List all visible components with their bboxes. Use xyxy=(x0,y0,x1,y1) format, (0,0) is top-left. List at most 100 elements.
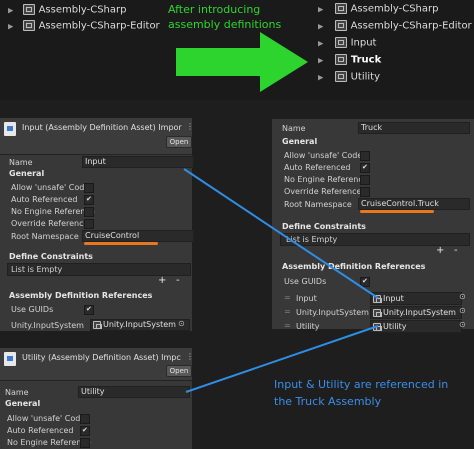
object-picker-icon[interactable]: ⊙ xyxy=(459,292,466,301)
expand-arrow-icon[interactable]: ▶ xyxy=(318,57,323,65)
kebab-menu-icon[interactable]: ⋮ xyxy=(186,122,194,131)
annotation-line2: the Truck Assembly xyxy=(274,395,382,408)
auto-referenced-checkbox[interactable] xyxy=(360,163,370,173)
no-engine-reference-label: No Engine Reference xyxy=(11,207,95,216)
tree-item[interactable]: ▶ Truck xyxy=(318,54,381,66)
big-arrow-icon xyxy=(176,32,308,92)
expand-arrow-icon[interactable]: ▶ xyxy=(318,74,323,82)
use-guids-checkbox[interactable] xyxy=(360,277,370,287)
ref-value: Utility xyxy=(383,322,407,331)
auto-referenced-label: Auto Referenced xyxy=(11,195,78,204)
assembly-icon xyxy=(334,20,347,31)
highlight-underline xyxy=(84,242,158,245)
list-empty-text: List is Empty xyxy=(286,235,338,244)
drag-handle-icon[interactable]: = xyxy=(284,321,291,330)
tree-item[interactable]: ▶ Assembly-CSharp xyxy=(318,3,438,15)
tree-item-label: Assembly-CSharp xyxy=(350,3,439,15)
expand-arrow-icon[interactable]: ▶ xyxy=(318,23,323,31)
assembly-icon xyxy=(373,294,382,303)
tree-item-label: Utility xyxy=(350,71,380,83)
tree-item-label: Assembly-CSharp-Editor xyxy=(350,20,472,32)
ref-row-field[interactable]: Unity.InputSystem xyxy=(90,319,190,331)
assembly-icon xyxy=(22,4,35,15)
allow-unsafe-label: Allow 'unsafe' Code xyxy=(284,151,363,160)
open-button[interactable]: Open xyxy=(166,136,192,148)
ref-row-field[interactable]: Utility xyxy=(370,320,462,333)
auto-referenced-checkbox[interactable] xyxy=(80,426,90,436)
arrow-caption-line2: assembly definitions xyxy=(168,18,282,31)
root-namespace-field[interactable]: CruiseControl xyxy=(82,230,194,242)
general-header: General xyxy=(9,169,45,178)
ref-value: Input xyxy=(383,294,404,303)
use-guids-label: Use GUIDs xyxy=(11,305,54,314)
tree-item[interactable]: ▶ Assembly-CSharp-Editor xyxy=(318,20,472,32)
expand-arrow-icon[interactable]: ▶ xyxy=(318,40,323,48)
ref-row-field[interactable]: Unity.InputSystem xyxy=(370,306,462,319)
override-references-checkbox[interactable] xyxy=(84,219,94,229)
general-header: General xyxy=(282,137,318,146)
object-picker-icon[interactable]: ⊙ xyxy=(459,306,466,315)
expand-arrow-icon[interactable]: ▶ xyxy=(8,23,13,31)
add-constraint-button[interactable]: + xyxy=(158,275,166,286)
utility-inspector: Utility (Assembly Definition Asset) Impc… xyxy=(0,348,194,449)
ref-row-field[interactable]: Input xyxy=(370,292,462,305)
allow-unsafe-checkbox[interactable] xyxy=(360,151,370,161)
annotation-text: Input & Utility are referenced in the Tr… xyxy=(274,376,448,410)
assembly-icon xyxy=(373,308,382,317)
name-value: Truck xyxy=(361,123,383,132)
override-references-label: Override References xyxy=(284,187,366,196)
allow-unsafe-checkbox[interactable] xyxy=(80,414,90,424)
auto-referenced-checkbox[interactable] xyxy=(84,195,94,205)
override-references-checkbox[interactable] xyxy=(360,187,370,197)
tree-item[interactable]: ▶ Assembly-CSharp xyxy=(8,4,126,16)
input-inspector: Input (Assembly Definition Asset) Impor … xyxy=(0,118,194,331)
drag-handle-icon[interactable]: = xyxy=(284,307,291,316)
name-field[interactable]: Input xyxy=(82,156,194,168)
no-engine-reference-checkbox[interactable] xyxy=(84,207,94,217)
name-label: Name xyxy=(282,124,306,133)
name-field[interactable]: Truck xyxy=(358,122,470,134)
ref-row-name: Utility xyxy=(296,322,320,331)
name-value: Input xyxy=(85,157,106,166)
drag-handle-icon[interactable]: = xyxy=(284,293,291,302)
allow-unsafe-checkbox[interactable] xyxy=(84,183,94,193)
arrow-caption: After introducing assembly definitions xyxy=(168,2,281,32)
remove-constraint-button[interactable]: - xyxy=(454,245,458,256)
override-references-label: Override References xyxy=(11,219,93,228)
assembly-icon xyxy=(373,322,382,331)
tree-item[interactable]: ▶ Assembly-CSharp-Editor xyxy=(8,20,160,32)
general-header: General xyxy=(5,399,41,408)
expand-arrow-icon[interactable]: ▶ xyxy=(318,6,323,14)
remove-constraint-button[interactable]: - xyxy=(176,275,180,286)
tree-item-label: Input xyxy=(350,37,377,49)
expand-arrow-icon[interactable]: ▶ xyxy=(8,7,13,15)
no-engine-reference-checkbox[interactable] xyxy=(360,175,370,185)
root-namespace-value: CruiseControl xyxy=(85,231,140,240)
name-value: Utility xyxy=(81,387,105,396)
asm-refs-header: Assembly Definition References xyxy=(282,262,426,271)
assembly-icon xyxy=(93,320,102,329)
root-namespace-field[interactable]: CruiseControl.Truck xyxy=(358,198,470,210)
use-guids-checkbox[interactable] xyxy=(84,305,94,315)
object-picker-icon[interactable]: ⊙ xyxy=(459,320,466,329)
inspector-title: Input (Assembly Definition Asset) Impor xyxy=(22,123,182,132)
no-engine-reference-checkbox[interactable] xyxy=(80,438,90,448)
arrow-caption-line1: After introducing xyxy=(168,3,261,16)
open-button[interactable]: Open xyxy=(166,365,192,377)
tree-item[interactable]: ▶ Input xyxy=(318,37,376,49)
kebab-menu-icon[interactable]: ⋮ xyxy=(186,352,194,361)
name-field[interactable]: Utility xyxy=(78,386,190,398)
tree-item[interactable]: ▶ Utility xyxy=(318,71,380,83)
asset-icon xyxy=(4,122,16,136)
auto-referenced-label: Auto Referenced xyxy=(7,426,74,435)
ref-row-name: Unity.InputSystem xyxy=(296,308,369,317)
name-label: Name xyxy=(9,158,33,167)
assembly-icon xyxy=(22,20,35,31)
use-guids-label: Use GUIDs xyxy=(284,277,327,286)
asm-refs-header: Assembly Definition References xyxy=(9,291,153,300)
inspector-title: Utility (Assembly Definition Asset) Impc xyxy=(22,353,181,362)
tree-item-label: Truck xyxy=(350,54,382,66)
highlight-underline xyxy=(360,210,434,213)
object-picker-icon[interactable]: ⊙ xyxy=(178,319,185,328)
add-constraint-button[interactable]: + xyxy=(436,245,444,256)
